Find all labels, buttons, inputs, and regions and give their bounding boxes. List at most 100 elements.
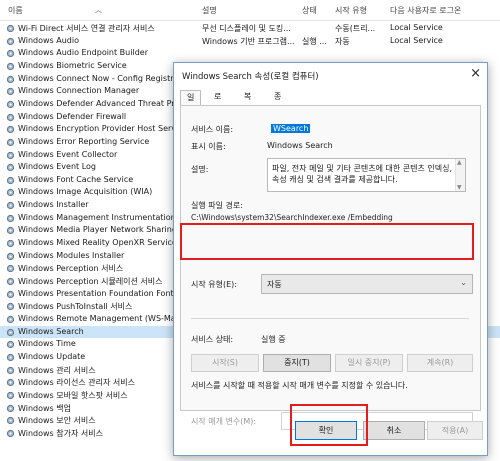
gear-icon — [6, 404, 15, 412]
start-button[interactable]: 시작(S) — [191, 354, 259, 372]
ok-button-highlight — [290, 404, 368, 446]
gear-icon — [6, 341, 15, 349]
service-name: Windows Audio Endpoint Builder — [18, 48, 148, 58]
startup-type-highlight — [180, 223, 474, 260]
startup-type-label: 시작 유형(E): — [191, 280, 237, 289]
tab-dependencies[interactable]: 종속성 — [274, 90, 281, 129]
gear-icon — [6, 176, 15, 184]
description-label: 설명: — [191, 165, 209, 174]
gear-icon — [6, 62, 15, 71]
gear-icon — [6, 366, 15, 374]
service-description: Windows 기반 프로그램... — [202, 36, 295, 46]
gear-icon — [6, 113, 15, 121]
service-name: Windows Search — [18, 326, 84, 336]
service-name: Windows Biometric Service — [18, 60, 127, 70]
description-scrollbar[interactable]: ▲ ▼ — [455, 159, 465, 191]
service-name: Windows Defender Firewall — [18, 111, 127, 121]
column-description[interactable]: 설명 — [202, 5, 217, 16]
service-name: Windows Management Instrumentation — [18, 212, 176, 222]
service-name: Windows Connection Manager — [18, 86, 140, 96]
service-name: Windows Event Collector — [18, 149, 118, 159]
gear-icon — [6, 303, 15, 311]
column-name[interactable]: 이름 — [8, 5, 23, 16]
gear-icon — [6, 100, 15, 108]
service-row[interactable]: Windows Audio Windows 기반 프로그램... 실행 ... 자동 L… — [0, 35, 500, 48]
gear-icon — [6, 417, 15, 425]
service-name: Windows Mixed Reality OpenXR Service — [18, 238, 177, 248]
service-name: Windows Perception 시뮬레이션 서비스 — [18, 277, 163, 286]
service-startup-type: 수동(트리... — [335, 24, 376, 33]
exe-path-label: 실행 파일 경로: — [191, 201, 243, 210]
service-name: Windows Time — [18, 339, 76, 349]
service-row[interactable]: Windows Audio Endpoint Builder — [0, 47, 500, 60]
service-name: Windows Event Log — [18, 162, 97, 172]
display-name-label: 표시 이름: — [191, 142, 226, 151]
gear-icon — [6, 315, 15, 324]
scroll-up-icon[interactable]: ▲ — [457, 159, 462, 166]
pause-button[interactable]: 일시 중지(P) — [335, 354, 403, 372]
service-name: Windows 모바일 핫스팟 서비스 — [18, 390, 128, 400]
service-name: Windows Font Cache Service — [18, 174, 134, 184]
service-name: Windows Update — [18, 351, 86, 361]
service-name-label: 서비스 이름: — [191, 125, 234, 134]
gear-icon — [6, 328, 15, 336]
resume-button[interactable]: 계속(R) — [407, 354, 473, 372]
display-name-value: Windows Search — [267, 141, 333, 150]
service-logon: Local Service — [390, 23, 443, 32]
exe-path-value: C:\Windows\system32\SearchIndexer.exe /E… — [191, 213, 393, 222]
service-name: Windows 참가자 서비스 — [18, 428, 103, 438]
tab-logon[interactable]: 로그온 — [214, 90, 221, 129]
service-name: Windows 백업 — [18, 403, 71, 413]
gear-icon — [6, 391, 15, 399]
service-status-value: 실행 중 — [261, 335, 286, 344]
column-status[interactable]: 상태 — [302, 5, 317, 16]
service-name: Windows 라이선스 관리자 서비스 — [18, 378, 135, 388]
stop-button[interactable]: 중지(T) — [263, 354, 331, 372]
gear-icon — [6, 201, 15, 210]
service-row[interactable]: Wi-Fi Direct 서비스 연결 관리자 서비스 무선 디스플레이 및 도킹… — [0, 22, 500, 35]
gear-icon — [6, 353, 15, 361]
gear-icon — [6, 151, 15, 159]
gear-icon — [6, 75, 15, 83]
sort-arrow-icon[interactable]: ︿ — [95, 5, 102, 15]
tab-general[interactable]: 일반 — [180, 90, 202, 116]
service-name: Windows Remote Management (WS-Manag — [18, 313, 191, 323]
startup-type-select[interactable]: 자동 ⌄ — [261, 274, 473, 294]
service-name: Windows Perception 서비스 — [18, 264, 124, 274]
service-name-value[interactable]: WSearch — [271, 124, 311, 133]
service-name: Windows Installer — [18, 200, 89, 210]
column-header: ︿ 이름 설명 상태 시작 유형 다음 사용자로 로그온 — [0, 0, 500, 21]
service-name: Windows Encryption Provider Host Service — [18, 124, 188, 134]
column-logon[interactable]: 다음 사용자로 로그온 — [390, 5, 461, 16]
service-startup-type: 자동 — [335, 36, 350, 46]
gear-icon — [6, 138, 15, 146]
start-params-label: 시작 매개 변수(M): — [191, 417, 257, 426]
tab-recovery[interactable]: 복구 — [244, 90, 251, 115]
service-name: Windows 보안 서비스 — [18, 416, 96, 426]
scroll-down-icon[interactable]: ▼ — [457, 184, 462, 191]
cancel-button[interactable]: 취소 — [363, 421, 425, 440]
gear-icon — [6, 189, 15, 197]
gear-icon — [6, 239, 15, 248]
gear-icon — [6, 126, 15, 134]
startup-type-value: 자동 — [267, 280, 282, 289]
divider — [191, 318, 469, 319]
gear-icon — [6, 265, 15, 273]
gear-icon — [6, 24, 15, 33]
gear-icon — [6, 252, 15, 260]
apply-button[interactable]: 적용(A) — [427, 421, 483, 440]
service-name: Windows Error Reporting Service — [18, 136, 150, 146]
service-logon: Local Service — [390, 35, 443, 45]
service-name: Windows 관리 서비스 — [18, 365, 96, 375]
gear-icon — [6, 50, 15, 58]
service-name: Windows Connect Now - Config Registrar — [18, 73, 182, 83]
service-name: Windows Image Acquisition (WIA) — [18, 187, 153, 197]
service-name: Wi-Fi Direct 서비스 연결 관리자 서비스 — [18, 24, 155, 33]
dialog-title: Windows Search 속성(로컬 컴퓨터) — [182, 72, 319, 82]
description-box[interactable]: 파일, 전자 메일 및 기타 콘텐츠에 대한 콘텐츠 인덱싱, 속성 캐싱 및 … — [267, 158, 466, 192]
close-icon[interactable]: × — [470, 66, 481, 81]
column-startup-type[interactable]: 시작 유형 — [335, 5, 367, 16]
service-description: 무선 디스플레이 및 도킹... — [202, 24, 291, 33]
service-name: Windows Audio — [18, 35, 79, 45]
description-text: 파일, 전자 메일 및 기타 콘텐츠에 대한 콘텐츠 인덱싱, 속성 캐싱 및 … — [272, 164, 452, 184]
